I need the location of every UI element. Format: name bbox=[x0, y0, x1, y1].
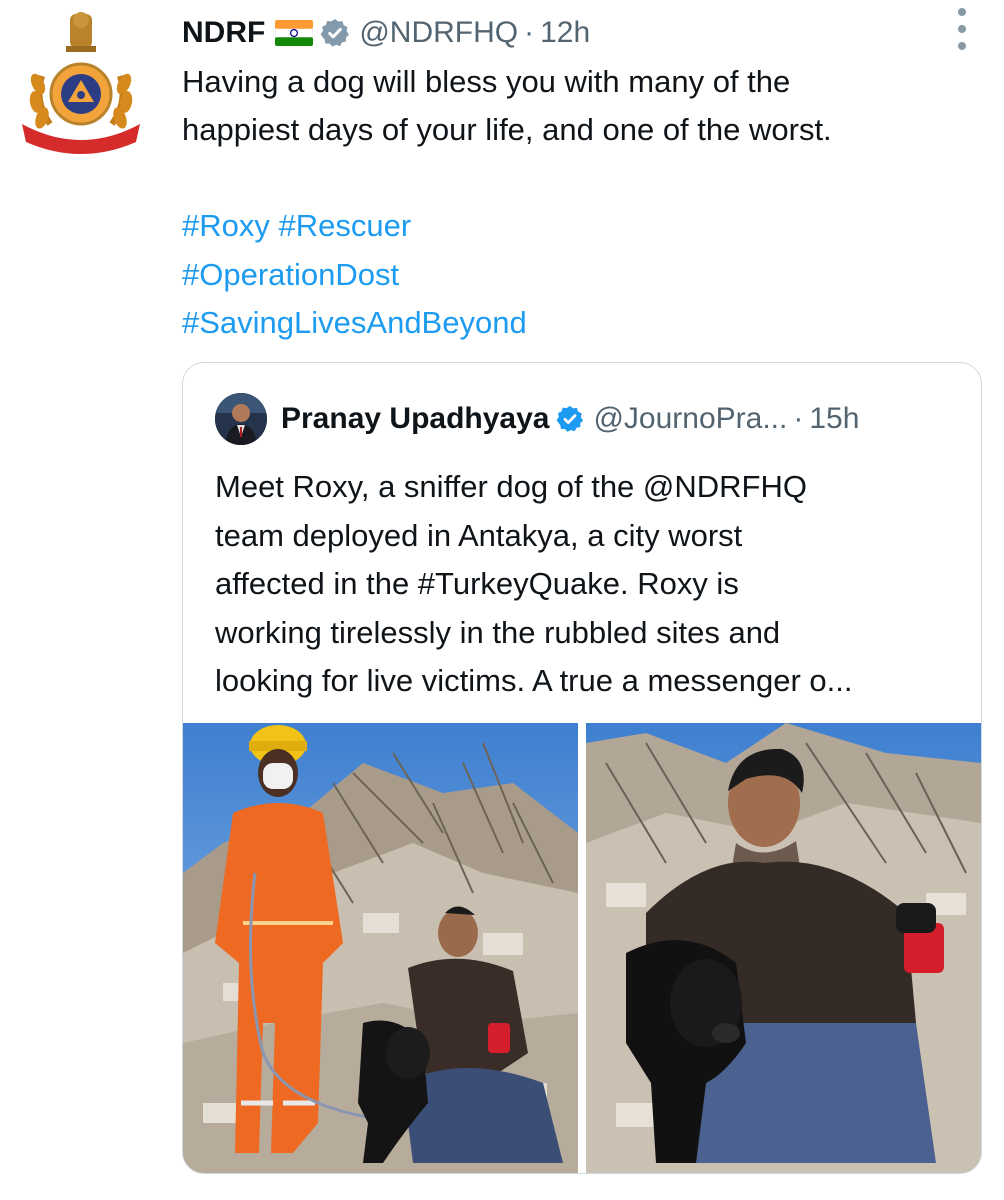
verified-badge-icon bbox=[555, 404, 585, 434]
quoted-author-name[interactable]: Pranay Upadhyaya bbox=[281, 402, 549, 436]
separator-dot: · bbox=[793, 402, 804, 435]
quoted-text-line: working tirelessly in the rubbled sites … bbox=[215, 614, 781, 650]
tweet-header: NDRF @NDRFHQ · 12h bbox=[182, 10, 590, 56]
quoted-text-line: Meet Roxy, a sniffer dog of the @NDRFHQ bbox=[215, 469, 807, 504]
tweet-text: Having a dog will bless you with many of… bbox=[182, 58, 982, 154]
quoted-tweet-timestamp[interactable]: 15h bbox=[809, 402, 859, 436]
photo-grid bbox=[183, 723, 981, 1173]
quoted-author-avatar[interactable] bbox=[215, 393, 267, 445]
tweet-text-line: happiest days of your life, and one of t… bbox=[182, 112, 832, 147]
quoted-tweet-header: Pranay Upadhyaya @JournoPra... · 15h bbox=[215, 391, 859, 447]
author-handle[interactable]: @NDRFHQ bbox=[359, 16, 518, 50]
ndrf-logo-avatar[interactable] bbox=[14, 6, 148, 156]
verified-badge-icon bbox=[319, 17, 351, 49]
hashtag-block: #Roxy #Rescuer #OperationDost #SavingLiv… bbox=[182, 202, 527, 348]
quoted-author-handle[interactable]: @JournoPra... bbox=[593, 402, 787, 436]
hashtag-link[interactable]: #OperationDost bbox=[182, 257, 399, 292]
hashtag-link[interactable]: #Roxy bbox=[182, 208, 270, 243]
rescuer-with-dog-photo[interactable] bbox=[183, 723, 578, 1173]
hashtag-link[interactable]: #SavingLivesAndBeyond bbox=[182, 305, 527, 340]
quoted-tweet-card[interactable]: Pranay Upadhyaya @JournoPra... · 15h Mee… bbox=[182, 362, 982, 1174]
quoted-text-line: team deployed in Antakya, a city worst bbox=[215, 517, 743, 553]
quoted-tweet-text: Meet Roxy, a sniffer dog of the @NDRFHQ … bbox=[215, 463, 955, 706]
more-options-icon[interactable] bbox=[950, 8, 974, 50]
india-flag-icon bbox=[274, 19, 314, 47]
hashtag-link[interactable]: #Rescuer bbox=[279, 208, 412, 243]
quoted-text-line: affected in the #TurkeyQuake. Roxy is bbox=[215, 566, 739, 601]
tweet-text-line: Having a dog will bless you with many of… bbox=[182, 64, 791, 99]
separator-dot: · bbox=[524, 16, 535, 49]
author-name[interactable]: NDRF bbox=[182, 16, 265, 50]
tweet-timestamp[interactable]: 12h bbox=[540, 16, 590, 50]
quoted-text-line: looking for live victims. A true a messe… bbox=[215, 663, 853, 698]
reporter-with-dog-photo[interactable] bbox=[586, 723, 981, 1173]
